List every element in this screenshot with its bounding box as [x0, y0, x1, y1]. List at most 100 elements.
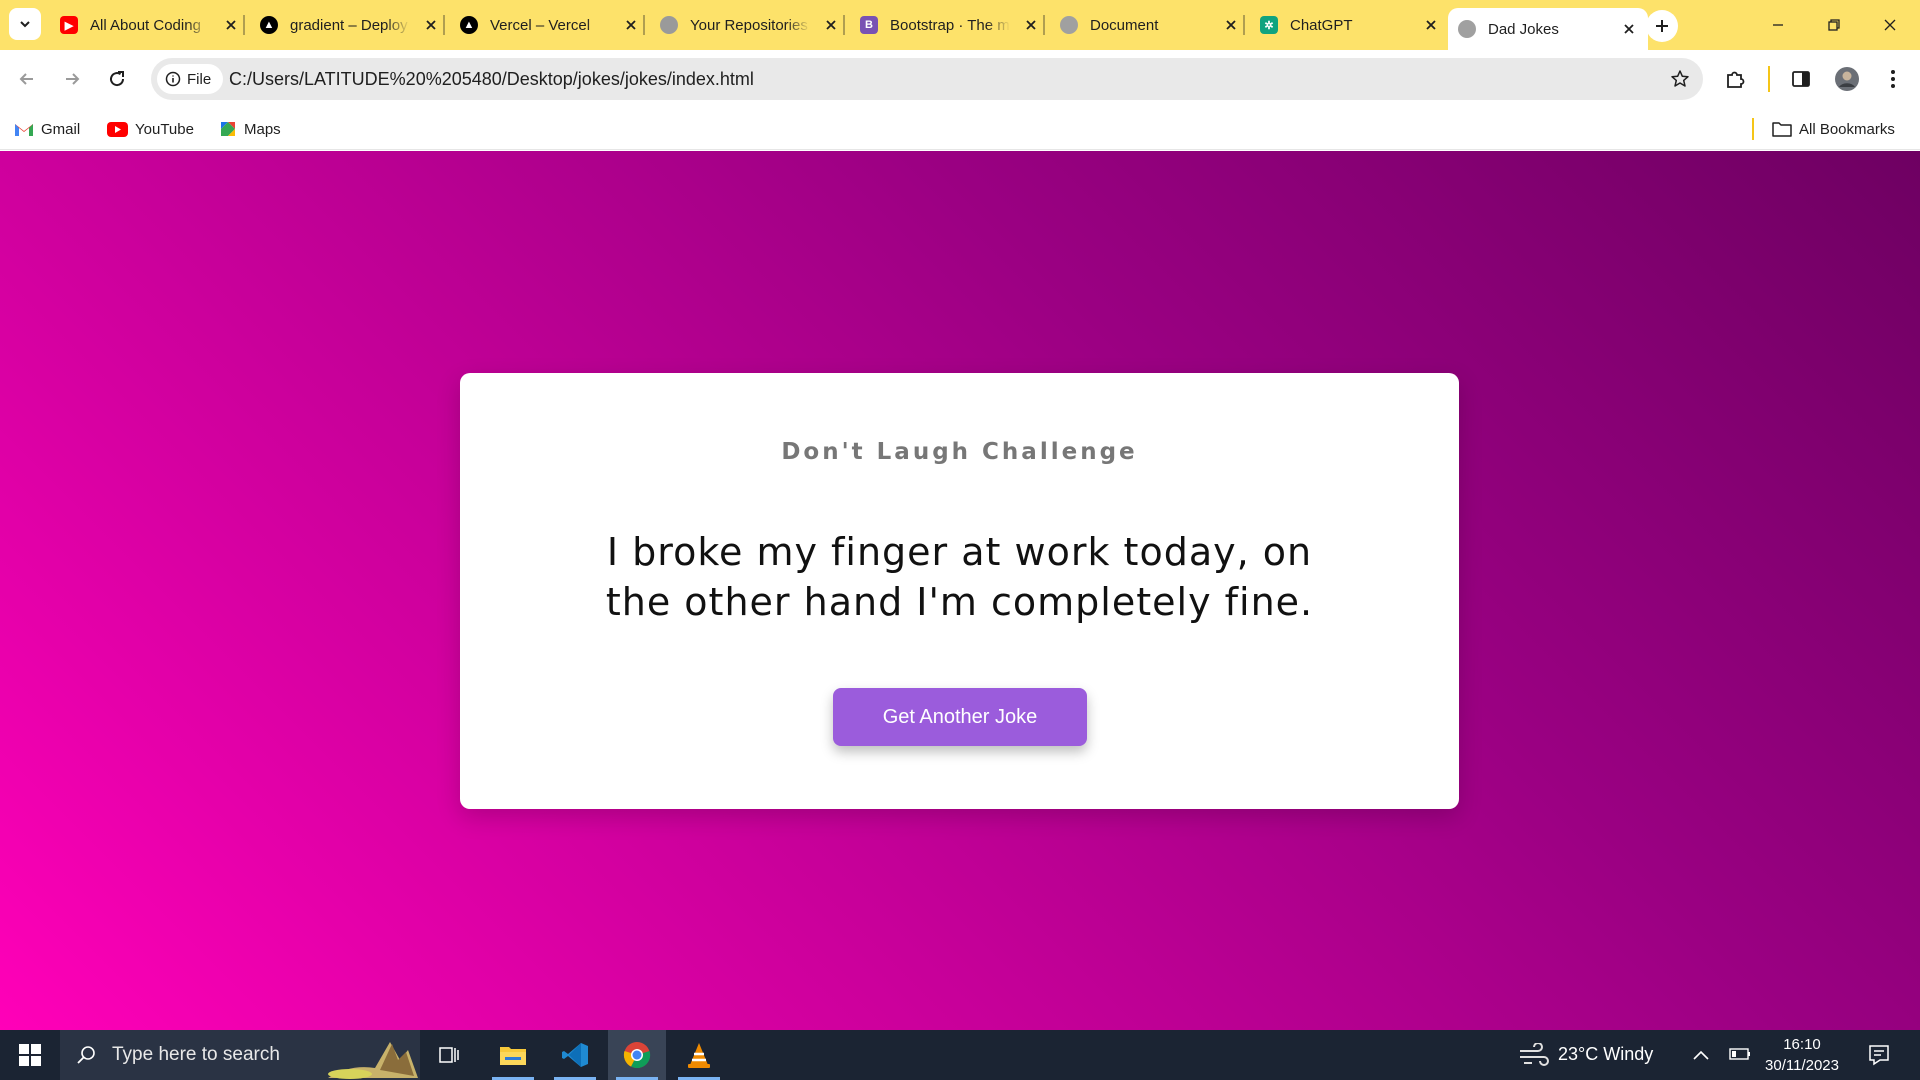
url-input[interactable]	[229, 58, 1609, 100]
joke-card: Don't Laugh Challenge I broke my finger …	[460, 373, 1459, 809]
tab-separator	[1043, 15, 1045, 35]
info-icon	[165, 71, 181, 87]
chevron-down-icon	[20, 21, 30, 28]
vercel-icon: ▲	[260, 16, 278, 34]
tab-title: gradient – Deploy	[290, 16, 408, 34]
start-button[interactable]	[0, 1030, 60, 1080]
task-view-button[interactable]	[420, 1030, 478, 1080]
close-icon[interactable]	[422, 16, 440, 34]
chrome-icon	[623, 1042, 651, 1069]
close-icon[interactable]	[622, 16, 640, 34]
close-icon[interactable]	[1022, 16, 1040, 34]
tab-separator	[243, 15, 245, 35]
task-view-icon	[439, 1047, 459, 1063]
windows-logo-icon	[19, 1044, 41, 1066]
tab-chatgpt[interactable]: ✲ ChatGPT	[1250, 8, 1450, 42]
tab-title: All About Coding	[90, 16, 201, 34]
reload-button[interactable]	[100, 62, 134, 96]
tab-your-repositories[interactable]: Your Repositories	[650, 8, 850, 42]
forward-button[interactable]	[55, 62, 89, 96]
tab-all-about-coding[interactable]: ▶ All About Coding	[50, 8, 250, 42]
taskbar-search-input[interactable]	[112, 1044, 312, 1066]
close-icon[interactable]	[222, 16, 240, 34]
folder-icon	[1772, 122, 1792, 137]
joke-text: I broke my finger at work today, on the …	[605, 530, 1314, 624]
youtube-icon	[107, 121, 128, 137]
taskbar-vscode[interactable]	[546, 1030, 604, 1080]
taskbar-chrome[interactable]	[608, 1030, 666, 1080]
clock-time: 16:10	[1783, 1036, 1821, 1053]
puzzle-icon	[1727, 71, 1745, 88]
globe-icon	[1060, 16, 1078, 34]
bookmark-star-button[interactable]	[1669, 68, 1691, 90]
vercel-icon: ▲	[460, 16, 478, 34]
avatar-icon	[1835, 67, 1859, 91]
card-heading: Don't Laugh Challenge	[781, 439, 1138, 465]
back-button[interactable]	[10, 62, 44, 96]
all-bookmarks-button[interactable]: All Bookmarks	[1772, 116, 1895, 142]
restore-button[interactable]	[1806, 0, 1862, 50]
close-icon[interactable]	[1422, 16, 1440, 34]
tab-strip: ▶ All About Coding ▲ gradient – Deploy ▲…	[0, 0, 1920, 50]
minimize-button[interactable]	[1750, 0, 1806, 50]
close-window-button[interactable]	[1862, 0, 1918, 50]
bookmarks-bar: Gmail YouTube Maps All Bookmarks	[0, 108, 1920, 150]
tab-separator	[1243, 15, 1245, 35]
address-bar[interactable]: File	[151, 58, 1703, 100]
reload-icon	[110, 71, 125, 87]
vscode-icon	[562, 1043, 588, 1067]
tab-title: Vercel – Vercel	[490, 16, 591, 34]
bookmark-gmail[interactable]: Gmail	[14, 116, 80, 142]
youtube-icon: ▶	[60, 16, 78, 34]
tab-document[interactable]: Document	[1050, 8, 1250, 42]
bookmark-label: Gmail	[41, 120, 81, 138]
battery-icon[interactable]	[1729, 1047, 1751, 1061]
weather-text[interactable]: 23°C Windy	[1558, 1044, 1653, 1065]
notifications-icon[interactable]	[1868, 1044, 1890, 1066]
tab-bootstrap[interactable]: B Bootstrap · The most	[850, 8, 1050, 42]
weather-wind-icon	[1520, 1043, 1549, 1066]
tab-separator	[443, 15, 445, 35]
github-icon	[660, 16, 678, 34]
tab-separator	[843, 15, 845, 35]
extensions-button[interactable]	[1718, 62, 1752, 96]
search-highlight-illustration	[328, 1042, 418, 1079]
close-icon[interactable]	[1620, 20, 1638, 38]
all-bookmarks-label: All Bookmarks	[1799, 120, 1895, 138]
file-explorer-icon	[500, 1047, 526, 1065]
globe-icon	[1458, 20, 1476, 38]
close-icon	[1884, 19, 1896, 31]
tab-gradient-deploy[interactable]: ▲ gradient – Deploy	[250, 8, 450, 42]
taskbar-search-box[interactable]	[60, 1030, 420, 1080]
tab-title: ChatGPT	[1290, 16, 1353, 34]
chevron-up-icon[interactable]	[1692, 1049, 1710, 1061]
site-info-chip[interactable]: File	[157, 64, 223, 94]
menu-button[interactable]	[1876, 62, 1910, 96]
profile-avatar[interactable]	[1830, 62, 1864, 96]
bookmark-youtube[interactable]: YouTube	[107, 116, 194, 142]
taskbar-file-explorer[interactable]	[484, 1030, 542, 1080]
minimize-icon	[1773, 24, 1783, 26]
windows-taskbar: 23°C Windy 16:10 30/11/2023	[0, 1030, 1920, 1080]
tab-title: Dad Jokes	[1488, 20, 1559, 38]
system-clock[interactable]: 16:10 30/11/2023	[1752, 1034, 1852, 1076]
tab-vercel[interactable]: ▲ Vercel – Vercel	[450, 8, 650, 42]
tab-title: Your Repositories	[690, 16, 808, 34]
side-panel-icon	[1792, 71, 1810, 87]
gmail-icon	[15, 123, 33, 136]
toolbar-divider	[1768, 66, 1770, 92]
close-icon[interactable]	[1222, 16, 1240, 34]
tab-dad-jokes[interactable]: Dad Jokes	[1448, 8, 1648, 50]
new-tab-button[interactable]	[1646, 10, 1678, 42]
close-icon[interactable]	[822, 16, 840, 34]
bookmark-maps[interactable]: Maps	[219, 116, 281, 142]
get-another-joke-button[interactable]: Get Another Joke	[833, 688, 1087, 746]
vlc-icon	[688, 1043, 710, 1068]
arrow-left-icon	[19, 73, 33, 85]
side-panel-button[interactable]	[1784, 62, 1818, 96]
taskbar-vlc[interactable]	[670, 1030, 728, 1080]
tab-title: Document	[1090, 16, 1159, 34]
bookmark-label: YouTube	[135, 120, 194, 138]
tab-search-button[interactable]	[9, 8, 41, 40]
bookmarks-divider	[1752, 118, 1754, 140]
